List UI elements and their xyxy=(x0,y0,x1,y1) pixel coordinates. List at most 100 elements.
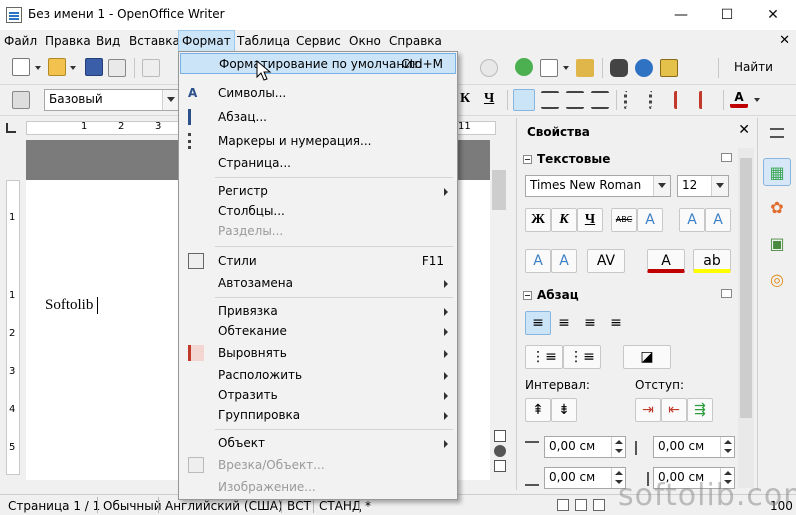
menu-view[interactable]: Вид xyxy=(96,34,120,48)
chevron-down-icon[interactable] xyxy=(653,176,670,196)
collapse-icon[interactable] xyxy=(523,155,532,164)
find-replace-binoculars-icon[interactable] xyxy=(610,59,628,77)
bold-button[interactable]: Ж xyxy=(525,208,551,232)
navigator-compass-icon[interactable] xyxy=(635,59,653,77)
collapse-icon[interactable] xyxy=(523,291,532,300)
status-page[interactable]: Страница 1 / 1 xyxy=(8,499,100,513)
paragraph-style-combo[interactable]: Базовый xyxy=(44,89,180,111)
increase-spacing-icon[interactable]: ⇞ xyxy=(525,398,551,422)
align-right-icon[interactable]: ≡ xyxy=(577,311,603,335)
align-justify-icon[interactable]: ≡ xyxy=(603,311,629,335)
underline-button[interactable]: Ч xyxy=(577,208,603,232)
text-section-title[interactable]: Текстовые xyxy=(537,152,610,166)
menu-format[interactable]: Формат xyxy=(178,30,235,52)
decrease-font-icon[interactable]: A xyxy=(705,208,731,232)
underline-button[interactable]: Ч xyxy=(484,91,494,107)
vertical-ruler[interactable]: 1 1 2 3 4 5 xyxy=(0,140,26,475)
draw-functions-icon[interactable] xyxy=(576,59,594,77)
open-folder-icon[interactable] xyxy=(48,58,66,76)
paragraph-section-title[interactable]: Абзац xyxy=(537,288,579,302)
spacing-below-input[interactable]: 0,00 см xyxy=(544,467,626,489)
book-view-icon[interactable] xyxy=(593,499,605,511)
indent-before-input[interactable]: 0,00 см xyxy=(653,436,735,458)
status-insert-mode[interactable]: ВСТ xyxy=(287,499,311,513)
spin-buttons[interactable] xyxy=(720,437,734,457)
gallery-tab-icon[interactable]: ▣ xyxy=(763,230,791,258)
numbering-icon[interactable] xyxy=(624,91,642,109)
align-justify-icon[interactable] xyxy=(591,91,609,109)
menu-window[interactable]: Окно xyxy=(349,34,381,48)
menu-item-autocorrect[interactable]: Автозамена xyxy=(180,273,456,294)
menu-item-paragraph[interactable]: Абзац... xyxy=(180,107,456,128)
sidebar-scrollbar[interactable] xyxy=(738,148,754,488)
navigator-tab-icon[interactable]: ◎ xyxy=(763,266,791,294)
edit-mode-icon[interactable] xyxy=(142,59,160,77)
decrease-spacing-icon[interactable]: ⇟ xyxy=(551,398,577,422)
more-options-icon[interactable] xyxy=(721,289,732,298)
table-icon[interactable] xyxy=(540,59,558,77)
styles-formatting-icon[interactable] xyxy=(12,91,30,109)
chevron-down-icon[interactable] xyxy=(754,98,760,102)
menu-item-object[interactable]: Объект xyxy=(180,433,456,454)
spacing-above-input[interactable]: 0,00 см xyxy=(544,436,626,458)
paragraph-background-icon[interactable]: ◪ xyxy=(623,345,671,369)
menu-tools[interactable]: Сервис xyxy=(296,34,341,48)
properties-tab-icon[interactable]: ▦ xyxy=(763,158,791,186)
maximize-button[interactable]: ☐ xyxy=(704,0,750,30)
status-page-style[interactable]: Обычный xyxy=(103,499,162,513)
chevron-down-icon[interactable] xyxy=(711,176,728,196)
menu-edit[interactable]: Правка xyxy=(45,34,91,48)
status-language[interactable]: Английский (США) xyxy=(165,499,283,513)
menu-item-arrange[interactable]: Расположить xyxy=(180,365,456,386)
menu-help[interactable]: Справка xyxy=(389,34,442,48)
font-name-combo[interactable]: Times New Roman xyxy=(525,175,671,197)
align-left-icon[interactable] xyxy=(513,89,535,111)
menu-table[interactable]: Таблица xyxy=(237,34,290,48)
close-button[interactable]: ✕ xyxy=(750,0,796,30)
chevron-down-icon[interactable] xyxy=(70,66,76,70)
decrease-indent-icon[interactable] xyxy=(674,91,692,109)
menu-item-wrap[interactable]: Обтекание xyxy=(180,321,456,342)
font-size-combo[interactable]: 12 xyxy=(677,175,729,197)
chevron-down-icon[interactable] xyxy=(162,90,179,110)
scrollbar-thumb[interactable] xyxy=(740,158,752,418)
single-page-view-icon[interactable] xyxy=(557,499,569,511)
tab-stop-type-icon[interactable] xyxy=(6,123,16,133)
next-page-icon[interactable] xyxy=(494,460,506,472)
strikethrough-button[interactable]: ABC xyxy=(611,208,637,232)
email-icon[interactable] xyxy=(108,59,126,77)
menu-item-default-formatting[interactable]: Форматирование по умолчанию Ctrl+M xyxy=(180,53,456,74)
font-color-icon[interactable]: A xyxy=(730,90,748,108)
chevron-down-icon[interactable] xyxy=(35,66,41,70)
align-center-icon[interactable] xyxy=(541,91,559,109)
increase-indent-icon[interactable]: ⇥ xyxy=(635,398,661,422)
italic-button[interactable]: К xyxy=(460,91,470,107)
menu-file[interactable]: Файл xyxy=(4,34,37,48)
shadow-text-icon[interactable]: A xyxy=(637,208,663,232)
minimize-button[interactable]: — xyxy=(658,0,704,30)
decrease-indent-icon[interactable]: ⇤ xyxy=(661,398,687,422)
sidebar-menu-icon[interactable] xyxy=(770,128,784,138)
previous-page-icon[interactable] xyxy=(494,430,506,442)
font-color-icon[interactable]: A xyxy=(647,249,685,273)
increase-indent-icon[interactable] xyxy=(699,91,717,109)
menu-item-page[interactable]: Страница... xyxy=(180,153,456,174)
more-options-icon[interactable] xyxy=(721,153,732,162)
status-selection-mode[interactable]: СТАНД xyxy=(319,499,361,513)
save-icon[interactable] xyxy=(85,58,103,76)
navigation-icon[interactable] xyxy=(494,445,506,457)
menu-insert[interactable]: Вставка xyxy=(129,34,180,48)
bullets-icon[interactable] xyxy=(649,91,667,109)
menu-item-flip[interactable]: Отразить xyxy=(180,385,456,406)
scrollbar-thumb[interactable] xyxy=(492,170,506,210)
navigator-smiley-icon[interactable] xyxy=(515,58,533,76)
sidebar-close-button[interactable]: ✕ xyxy=(738,122,750,138)
styles-tab-icon[interactable]: ✿ xyxy=(763,194,791,222)
bullets-icon[interactable]: ⋮≡ xyxy=(525,345,563,369)
redo-icon[interactable] xyxy=(480,59,498,77)
align-right-icon[interactable] xyxy=(566,91,584,109)
menu-item-character[interactable]: A Символы... xyxy=(180,83,456,104)
multi-page-view-icon[interactable] xyxy=(575,499,587,511)
superscript-icon[interactable]: A xyxy=(525,249,551,273)
subscript-icon[interactable]: A xyxy=(551,249,577,273)
